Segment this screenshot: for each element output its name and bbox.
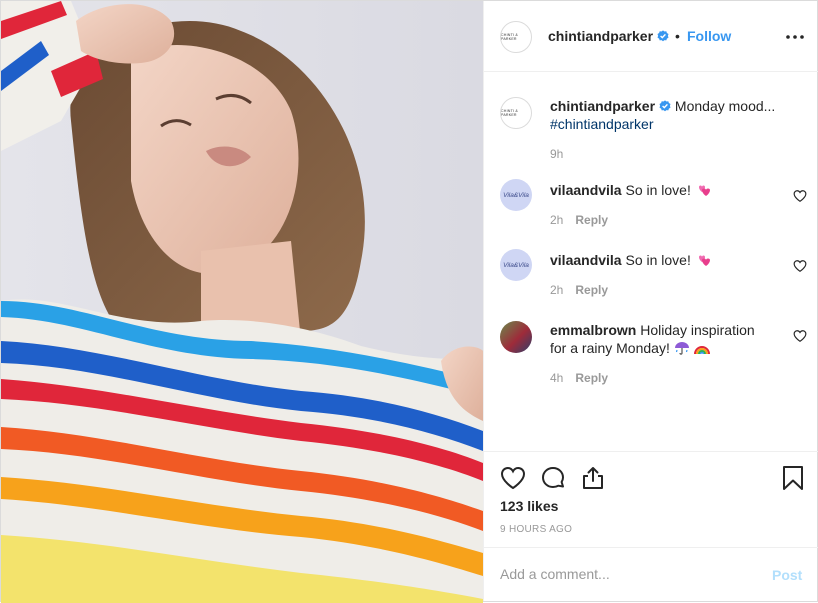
comment-message: So in love! xyxy=(625,252,691,268)
comment-message: So in love! xyxy=(625,182,691,198)
comment-avatar-logo-text: Vila&Vila xyxy=(503,261,529,269)
comment-avatar[interactable]: Vila&Vila xyxy=(500,249,532,281)
comment-like-heart-icon[interactable] xyxy=(793,259,807,273)
add-comment-bar: Post xyxy=(484,547,818,601)
author-username[interactable]: chintiandparker xyxy=(548,28,653,44)
comment-username[interactable]: vilaandvila xyxy=(550,252,622,268)
comment-time[interactable]: 2h xyxy=(550,213,563,227)
heart-icon[interactable] xyxy=(500,465,526,491)
likes-count[interactable]: 123 likes xyxy=(500,498,558,514)
verified-badge-icon xyxy=(659,100,671,112)
bookmark-icon[interactable] xyxy=(780,465,806,491)
author-avatar[interactable]: CHINTI & PARKER xyxy=(500,21,532,53)
caption-message: Monday mood... xyxy=(674,98,776,114)
comment-time[interactable]: 4h xyxy=(550,371,563,385)
follow-button[interactable]: Follow xyxy=(687,28,731,44)
comment-meta: 4h Reply xyxy=(550,371,608,385)
author-avatar-logo-text: CHINTI & PARKER xyxy=(501,33,518,41)
comment-meta: 2h Reply xyxy=(550,283,608,297)
comment-like-heart-icon[interactable] xyxy=(793,189,807,203)
two-hearts-emoji-icon xyxy=(698,255,710,266)
caption-meta: 9h xyxy=(550,147,563,161)
comment-meta: 2h Reply xyxy=(550,213,608,227)
umbrella-rain-emoji-icon xyxy=(674,342,689,355)
photo-illustration xyxy=(1,1,483,603)
post-header: CHINTI & PARKER chintiandparker • Follow xyxy=(484,1,818,72)
comment-username[interactable]: vilaandvila xyxy=(550,182,622,198)
add-comment-input[interactable] xyxy=(500,564,750,584)
post-photo[interactable] xyxy=(1,1,483,603)
reply-button[interactable]: Reply xyxy=(575,371,608,385)
comment-username[interactable]: emmalbrown xyxy=(550,322,636,338)
caption-time[interactable]: 9h xyxy=(550,147,563,161)
caption-author-avatar[interactable]: CHINTI & PARKER xyxy=(500,97,532,129)
comment-time[interactable]: 2h xyxy=(550,283,563,297)
two-hearts-emoji-icon xyxy=(698,185,710,196)
more-options-icon[interactable] xyxy=(785,27,805,47)
author-username-container: chintiandparker xyxy=(548,28,669,44)
comment-text: vilaandvila So in love! xyxy=(550,181,782,199)
caption-text: chintiandparker Monday mood... #chintian… xyxy=(550,97,782,133)
comments-list[interactable]: CHINTI & PARKER chintiandparker Monday m… xyxy=(484,73,818,451)
comment-avatar[interactable]: Vila&Vila xyxy=(500,179,532,211)
comment-avatar[interactable] xyxy=(500,321,532,353)
post-comment-button[interactable]: Post xyxy=(772,567,802,583)
reply-button[interactable]: Reply xyxy=(575,283,608,297)
comment-avatar-logo-text: Vila&Vila xyxy=(503,191,529,199)
caption-hashtag[interactable]: #chintiandparker xyxy=(550,116,654,132)
reply-button[interactable]: Reply xyxy=(575,213,608,227)
post-details-panel: CHINTI & PARKER chintiandparker • Follow… xyxy=(483,1,818,601)
comment-message-line1: Holiday inspiration xyxy=(640,322,755,338)
comment-text: vilaandvila So in love! xyxy=(550,251,782,269)
caption-avatar-logo-text: CHINTI & PARKER xyxy=(501,109,518,117)
verified-badge-icon xyxy=(657,30,669,42)
comment-icon[interactable] xyxy=(540,465,566,491)
caption-username[interactable]: chintiandparker xyxy=(550,98,655,114)
post-actions: 123 likes 9 HOURS AGO xyxy=(484,451,818,547)
post-timestamp[interactable]: 9 HOURS AGO xyxy=(500,524,572,535)
header-separator: • xyxy=(675,28,680,44)
rainbow-emoji-icon xyxy=(693,346,710,355)
comment-message-line2: for a rainy Monday! xyxy=(550,340,670,356)
instagram-post: CHINTI & PARKER chintiandparker • Follow… xyxy=(0,0,818,603)
comment-text: emmalbrown Holiday inspiration for a rai… xyxy=(550,321,782,357)
share-icon[interactable] xyxy=(580,465,606,491)
comment-like-heart-icon[interactable] xyxy=(793,329,807,343)
